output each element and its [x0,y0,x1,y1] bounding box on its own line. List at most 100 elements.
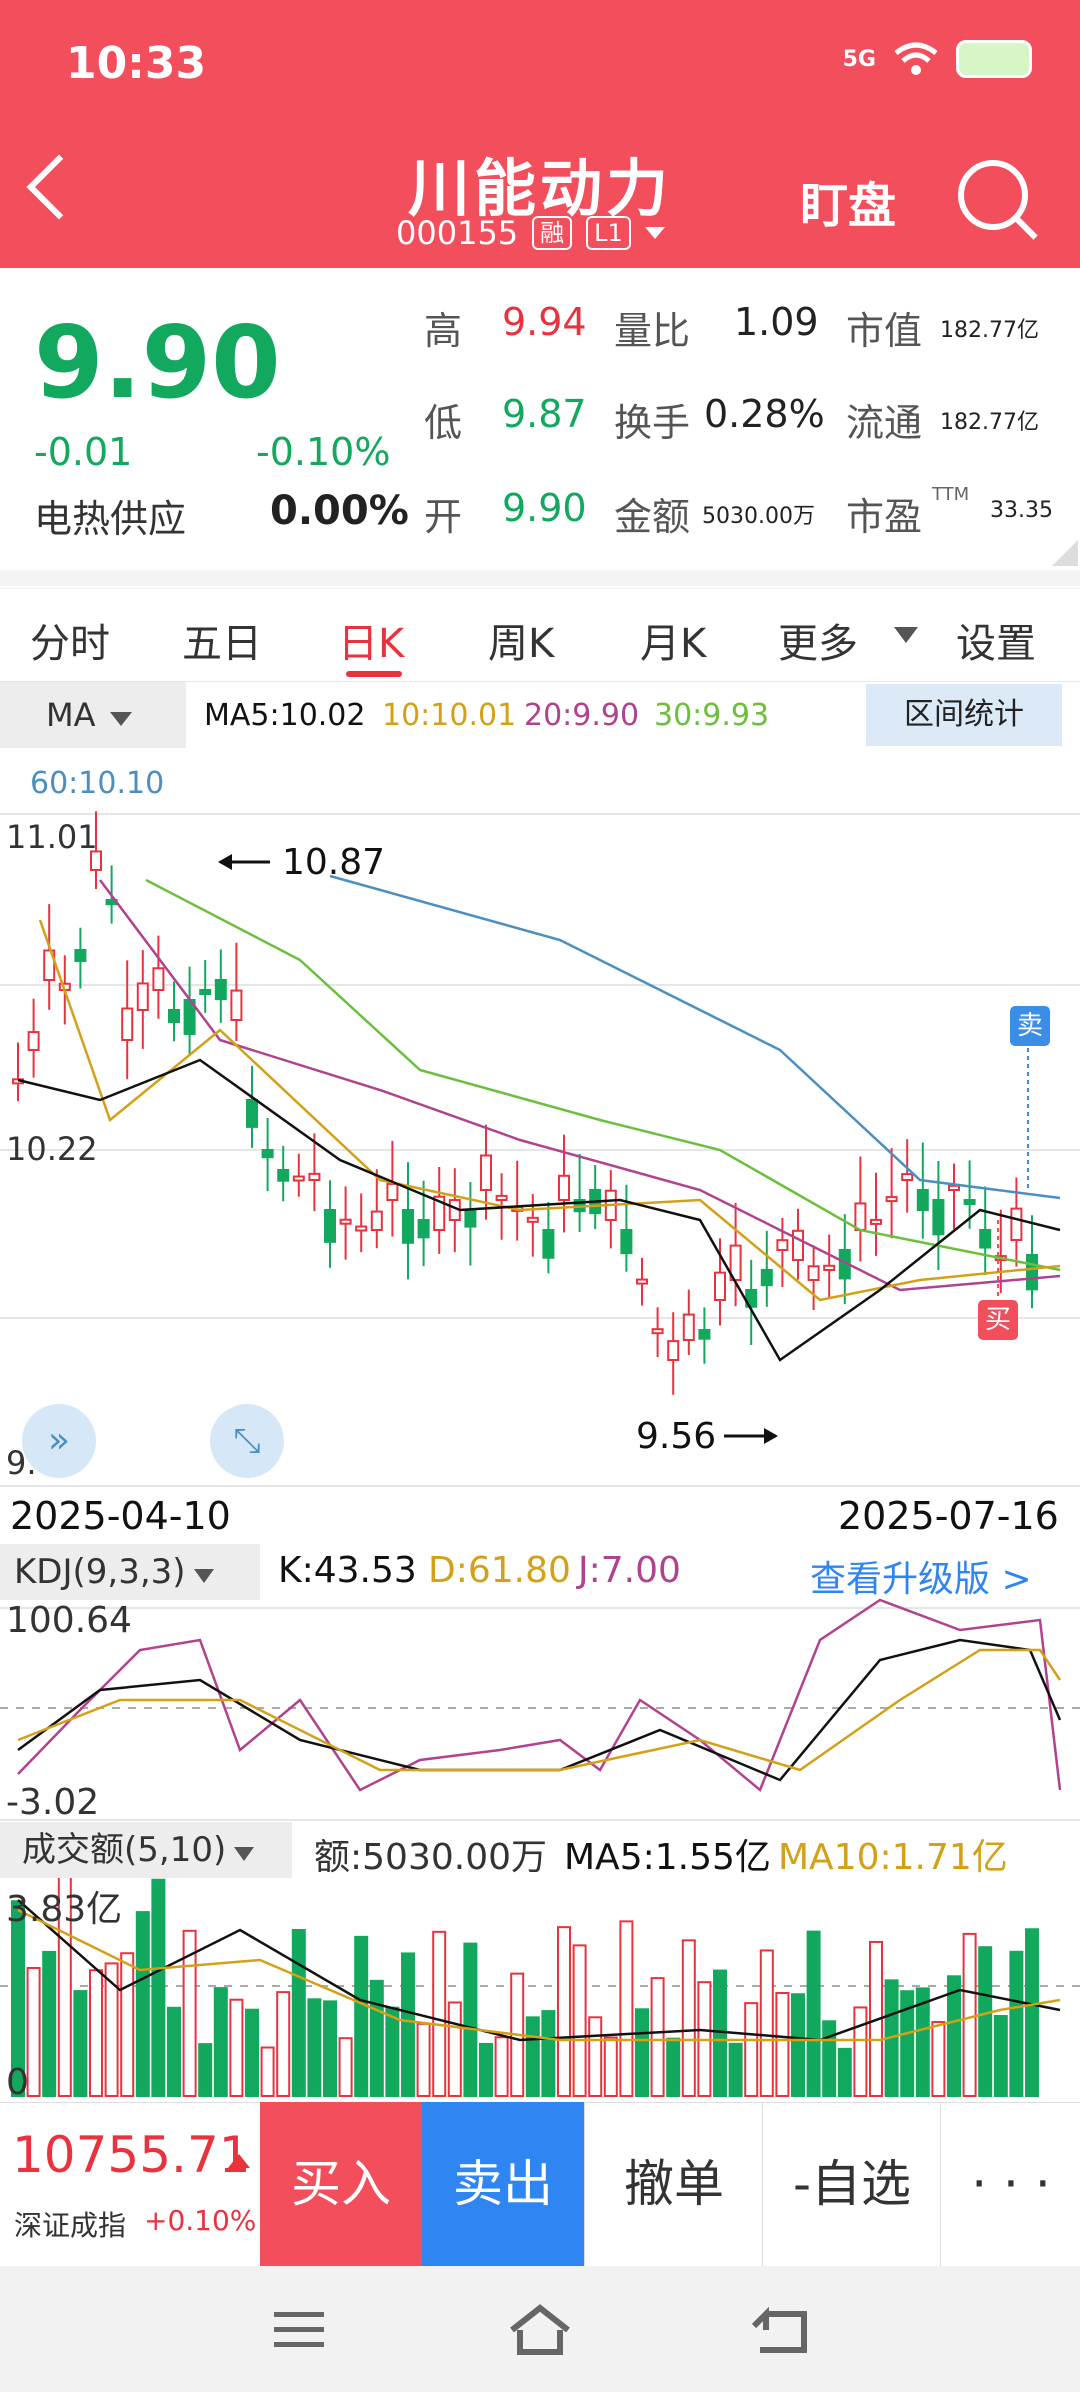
candle-body [636,1278,648,1285]
candle-body [979,1229,992,1249]
cancel-order-button[interactable]: 撤单 [584,2102,763,2266]
volume-y-max: 3.83亿 [6,1889,123,1930]
volume-bar [962,1932,977,2097]
candle-body [402,1209,414,1244]
candle-body [776,1239,789,1252]
y-axis-mid: 10.22 [6,1130,98,1168]
candle-body [932,1199,945,1236]
volume-bar [572,1944,587,2097]
candle-body [246,1099,258,1128]
remove-watchlist-button[interactable]: -自选 [762,2102,941,2266]
candle-body [714,1271,726,1301]
buy-button[interactable]: 买入 [260,2102,422,2266]
volume-bar [837,2047,852,2098]
menu-icon[interactable] [272,2310,328,2350]
candle-body [854,1202,867,1231]
candle-body [495,1194,508,1201]
candle-body [760,1269,773,1287]
kdj-y-max: 100.64 [6,1600,132,1641]
kdj-j-line [17,1598,1062,1793]
back-nav-icon[interactable] [750,2306,810,2356]
volume-bar [42,1950,57,2098]
volume-bar [525,2016,540,2098]
high-arrow-head [218,854,232,870]
volume-bar [603,2036,618,2097]
candle-body [199,989,212,995]
volume-bar [759,1949,774,2097]
volume-bar [213,1987,228,2097]
volume-bar [307,1998,322,2098]
kdj-y-min: -3.02 [6,1782,100,1823]
volume-bar [401,1952,415,2098]
volume-bar [479,2042,493,2097]
kdj-k: K:43.53 [278,1550,417,1591]
candle-body [261,1149,274,1159]
candle-body [292,1175,305,1182]
volume-bar [151,1878,166,2097]
volume-bar [369,1979,384,2098]
volume-bar [931,2021,946,2097]
index-value[interactable]: 10755.71 [12,2126,251,2184]
candle-body [870,1218,882,1225]
y-axis-max: 11.01 [6,818,98,856]
candle-body [168,1009,180,1024]
kdj-d: D:61.80 [428,1550,571,1591]
buy-tag[interactable]: 买 [978,1300,1018,1340]
volume-bar [167,2006,181,2097]
up-arrow-icon [228,2154,250,2168]
candle-body [963,1199,976,1205]
volume-bar [463,1942,478,2097]
volume-bar [666,2037,681,2097]
volume-bar [447,2001,462,2097]
home-icon[interactable] [506,2302,574,2358]
candle-body [807,1265,820,1281]
volume-bar [245,2008,259,2097]
volume-bar [120,1952,135,2098]
candle-body [152,967,165,992]
volume-bar [385,2006,400,2098]
sell-button[interactable]: 卖出 [422,2102,584,2266]
candle-body [885,1196,898,1203]
volume-ma10: MA10:1.71亿 [778,1837,1008,1878]
low-arrow-head [764,1428,778,1444]
volume-bar [541,2010,556,2098]
candle-body [651,1328,664,1335]
kline-chart[interactable] [0,0,1080,2102]
volume-bar [494,2036,509,2097]
volume-y-min: 0 [6,2062,29,2103]
volume-bar [822,2020,837,2098]
volume-bar [775,1992,790,2097]
volume-bar [650,1977,665,2098]
candle-body [792,1229,804,1261]
sell-tag[interactable]: 卖 [1010,1006,1050,1046]
candle-body [417,1219,430,1239]
volume-bar [713,1969,727,2097]
volume-bar [276,1991,291,2097]
volume-bar [557,1926,571,2098]
low-marker: 9.56 [636,1416,717,1457]
candle-body [324,1209,336,1243]
candle-body [355,1225,368,1232]
candle-body [480,1154,492,1192]
upgrade-link[interactable]: 查看升级版 > [810,1550,1032,1602]
volume-bar [635,2008,649,2098]
volume-bar [229,1998,244,2098]
kdj-selector[interactable]: KDJ(9,3,3) [0,1544,260,1600]
chevron-down-icon [234,1847,255,1861]
index-change: +0.10% [144,2204,257,2237]
volume-bar [853,2006,868,2098]
volume-bar [681,1939,696,2097]
fullscreen-icon[interactable]: ⤡ [210,1404,284,1478]
volume-bar [291,1928,306,2097]
candle-body [386,1182,399,1201]
more-button[interactable]: · · · [940,2102,1080,2266]
candle-body [121,1007,134,1042]
expand-left-icon[interactable]: » [22,1404,96,1478]
kdj-d-line [17,1648,1062,1772]
volume-bar [588,2016,603,2097]
volume-bar [323,2000,337,2098]
volume-bar [619,1920,634,2098]
volume-bar [260,2046,275,2098]
volume-selector[interactable]: 成交额(5,10) [0,1822,292,1878]
chevron-down-icon [193,1569,214,1583]
